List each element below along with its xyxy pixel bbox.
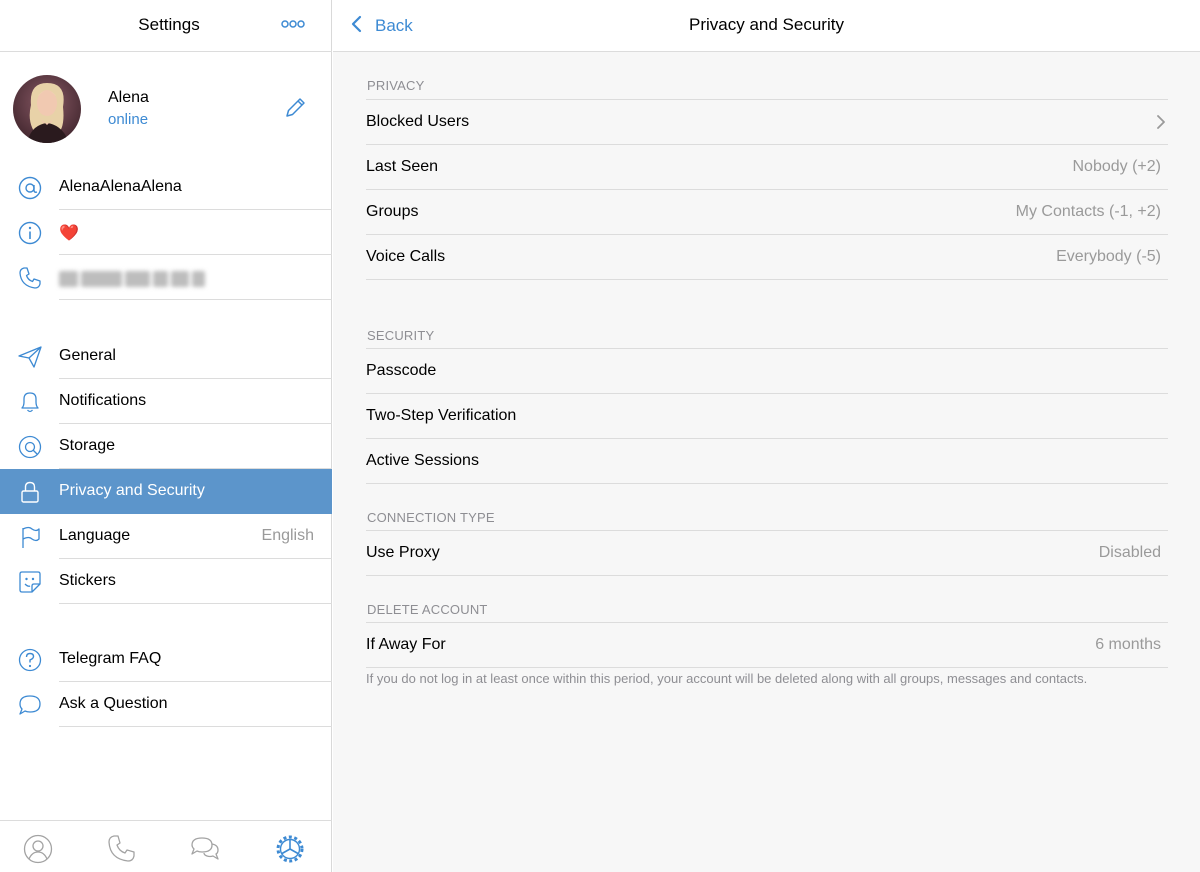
phone-row[interactable] (0, 255, 332, 300)
phone-icon (17, 265, 43, 291)
blocked-users-row[interactable]: Blocked Users (366, 100, 1168, 145)
sidebar-item-label: Privacy and Security (59, 482, 205, 499)
row-divider (366, 667, 1168, 668)
paper-plane-icon (17, 344, 43, 370)
bell-icon (17, 389, 43, 415)
speech-bubble-icon (17, 692, 43, 718)
username-label: AlenaAlenaAlena (59, 178, 182, 195)
page-title: Privacy and Security (689, 15, 844, 34)
at-icon (17, 175, 43, 201)
settings-tab-icon[interactable] (275, 834, 305, 864)
section-header-security: SECURITY (367, 328, 435, 343)
sidebar-item-notifications[interactable]: Notifications (0, 379, 332, 424)
username-row[interactable]: AlenaAlenaAlena (0, 165, 332, 210)
bio-label: ❤️ (59, 225, 79, 242)
profile-status: online (108, 111, 149, 128)
row-label: Use Proxy (366, 544, 440, 561)
row-divider (366, 483, 1168, 484)
row-value: Disabled (1098, 544, 1161, 561)
last-seen-row[interactable]: Last Seen Nobody (+2) (366, 145, 1168, 190)
question-icon (17, 647, 43, 673)
calls-tab-icon[interactable] (107, 834, 137, 864)
row-divider (59, 299, 332, 300)
delete-account-footnote: If you do not log in at least once withi… (366, 671, 1088, 686)
profile-name: Alena (108, 89, 149, 106)
section-header-delete-account: DELETE ACCOUNT (367, 602, 488, 617)
flag-icon (17, 524, 43, 550)
two-step-verification-row[interactable]: Two-Step Verification (366, 394, 1168, 439)
row-label: Groups (366, 203, 419, 220)
row-label: Blocked Users (366, 113, 470, 130)
voice-calls-row[interactable]: Voice Calls Everybody (-5) (366, 235, 1168, 280)
sidebar-item-label: Stickers (59, 572, 116, 589)
sidebar-item-telegram-faq[interactable]: Telegram FAQ (0, 637, 332, 682)
profile-card[interactable]: Alena online (0, 52, 332, 164)
row-label: Two-Step Verification (366, 407, 517, 424)
contacts-tab-icon[interactable] (23, 834, 53, 864)
sidebar-item-label: Language (59, 527, 131, 544)
detail-header: Back Privacy and Security (333, 0, 1200, 52)
row-divider (59, 726, 332, 727)
chats-tab-icon[interactable] (190, 834, 220, 864)
row-divider (59, 603, 332, 604)
row-divider (366, 279, 1168, 280)
row-value: Nobody (+2) (1072, 158, 1162, 175)
sidebar-item-label: General (59, 347, 116, 364)
sidebar-item-label: Storage (59, 437, 116, 454)
chevron-right-icon (1156, 114, 1166, 130)
sidebar-item-label: Ask a Question (59, 695, 168, 712)
avatar[interactable] (13, 75, 81, 143)
row-label: Voice Calls (366, 248, 446, 265)
sidebar-header: Settings (0, 0, 332, 52)
sidebar-item-stickers[interactable]: Stickers (0, 559, 332, 604)
row-value: Everybody (-5) (1056, 248, 1161, 265)
bio-row[interactable]: ❤️ (0, 210, 332, 255)
tab-bar (0, 820, 332, 872)
row-label: Active Sessions (366, 452, 479, 469)
use-proxy-row[interactable]: Use Proxy Disabled (366, 531, 1168, 576)
row-divider (366, 575, 1168, 576)
row-value: 6 months (1095, 636, 1161, 653)
settings-sidebar: Settings Alena online AlenaAlenaAlena ❤️… (0, 0, 332, 872)
phone-number-redacted (59, 271, 205, 287)
sidebar-item-storage[interactable]: Storage (0, 424, 332, 469)
sidebar-item-label: Telegram FAQ (59, 650, 162, 667)
sticker-icon (17, 569, 43, 595)
row-label: Last Seen (366, 158, 439, 175)
passcode-row[interactable]: Passcode (366, 349, 1168, 394)
if-away-for-row[interactable]: If Away For 6 months (366, 623, 1168, 668)
more-icon[interactable] (281, 16, 305, 32)
section-header-connection-type: CONNECTION TYPE (367, 510, 495, 525)
row-label: If Away For (366, 636, 446, 653)
lock-icon (17, 479, 43, 505)
sidebar-item-privacy-and-security[interactable]: Privacy and Security (0, 469, 332, 514)
sidebar-item-label: Notifications (59, 392, 147, 409)
info-icon (17, 220, 43, 246)
sidebar-item-language[interactable]: Language English (0, 514, 332, 559)
sidebar-item-ask-a-question[interactable]: Ask a Question (0, 682, 332, 727)
row-label: Passcode (366, 362, 437, 379)
sidebar-item-general[interactable]: General (0, 334, 332, 379)
pencil-icon[interactable] (282, 95, 308, 121)
storage-icon (17, 434, 43, 460)
language-value: English (261, 527, 314, 544)
row-value: My Contacts (-1, +2) (1015, 203, 1161, 220)
section-header-privacy: PRIVACY (367, 78, 425, 93)
groups-row[interactable]: Groups My Contacts (-1, +2) (366, 190, 1168, 235)
active-sessions-row[interactable]: Active Sessions (366, 439, 1168, 484)
detail-pane: Back Privacy and Security PRIVACY Blocke… (333, 0, 1200, 872)
